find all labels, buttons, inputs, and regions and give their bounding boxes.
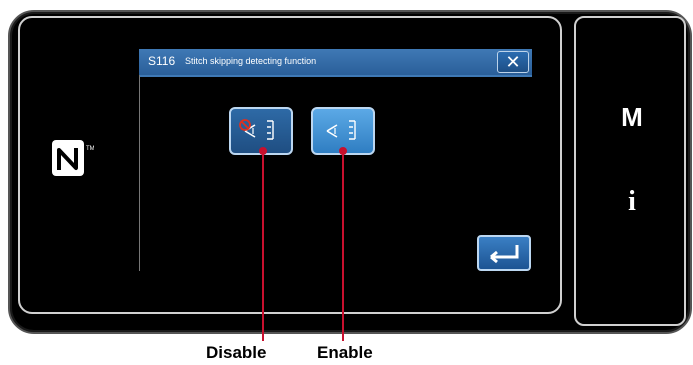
enable-callout-line [342,151,344,341]
disable-callout-line [262,151,264,341]
svg-text:TM: TM [86,146,94,152]
m-key[interactable]: M [612,102,652,132]
close-icon: ✕ [505,52,521,72]
disable-caption: Disable [206,343,267,362]
screen-left-edge [139,75,140,271]
enable-caption: Enable [317,343,373,362]
enter-button[interactable] [477,235,531,271]
title-bar: S116 Stitch skipping detecting function … [139,49,532,75]
page-title: Stitch skipping detecting function [185,56,317,66]
settings-screen: S116 Stitch skipping detecting function … [139,49,532,271]
title-underline [139,75,532,77]
function-code: S116 [148,54,176,68]
side-key-panel [574,16,686,326]
close-button[interactable]: ✕ [497,51,529,73]
enter-icon [490,245,519,264]
nfc-icon: TM [52,140,94,176]
info-key[interactable]: i [612,186,652,220]
